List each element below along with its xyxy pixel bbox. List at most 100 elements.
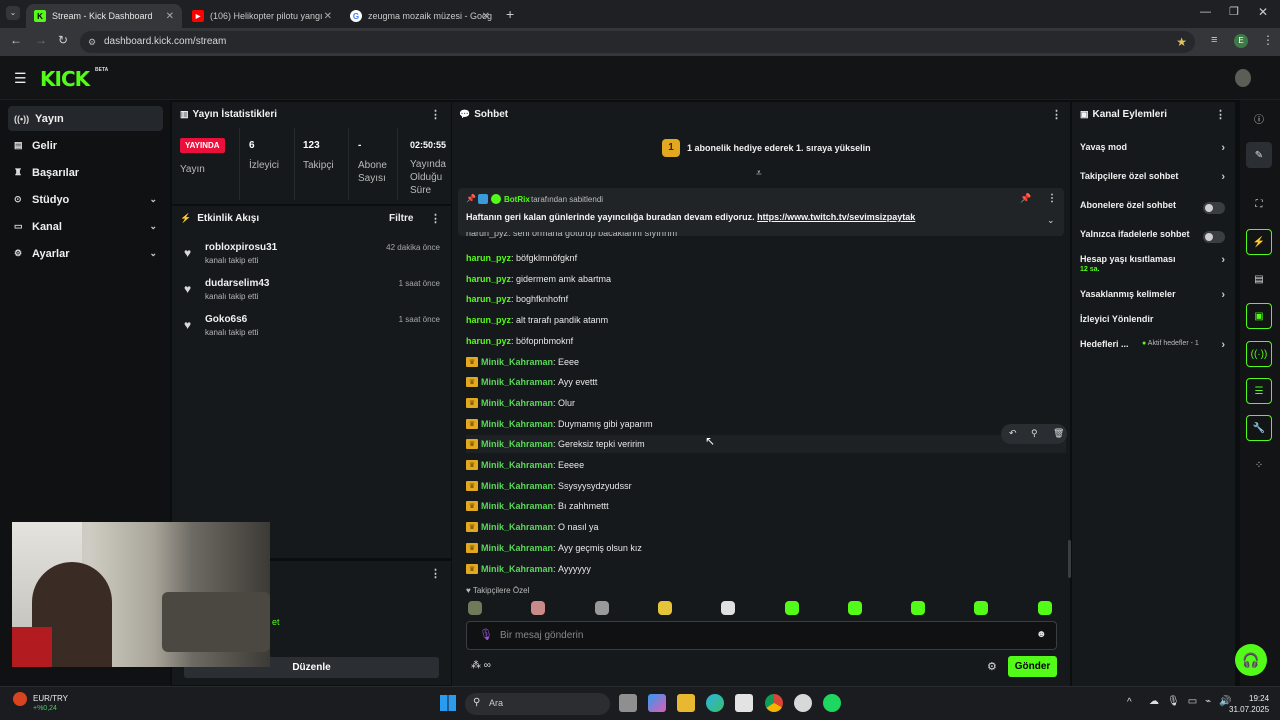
chat-message[interactable]: harun_pyz: böfgklmnöfgknf — [466, 249, 577, 267]
tray-chevron-icon[interactable]: ^ — [1127, 697, 1132, 708]
channel-action-item[interactable]: Yasaklanmış kelimeler › — [1080, 289, 1225, 307]
hamburger-menu-icon[interactable]: ☰ — [14, 70, 27, 87]
emote-icon[interactable] — [468, 601, 482, 615]
chat-message[interactable]: ♛ Minik_Kahraman: Olur — [466, 394, 575, 412]
clipboard-icon[interactable]: ▤ — [1246, 266, 1272, 292]
channel-action-item[interactable]: Takipçilere özel sohbet › — [1080, 171, 1225, 189]
copilot-icon[interactable] — [648, 694, 666, 712]
tab-google[interactable]: G zeugma mozaik müzesi - Goog ✕ — [342, 4, 498, 28]
sidebar-item-basarilar[interactable]: ♜ Başarılar — [8, 160, 163, 185]
add-widget-icon[interactable]: ⁘ — [1246, 452, 1272, 478]
close-window-icon[interactable]: ✕ — [1258, 5, 1268, 19]
spotify-icon[interactable] — [823, 694, 841, 712]
back-icon[interactable]: ← — [10, 33, 22, 47]
chat-menu-icon[interactable]: ⋮ — [1051, 108, 1062, 121]
chat-username[interactable]: Minik_Kahraman — [481, 522, 553, 532]
sidebar-item-kanal[interactable]: ▭ Kanal ⌄ — [8, 214, 163, 239]
close-tab-icon[interactable]: ✕ — [482, 11, 490, 22]
chat-username[interactable]: harun_pyz — [466, 274, 511, 284]
stats-menu-icon[interactable]: ⋮ — [430, 108, 441, 121]
chat-username[interactable]: Minik_Kahraman — [481, 501, 553, 511]
ticker-icon[interactable] — [13, 692, 27, 706]
info-icon[interactable]: ⓘ — [1246, 105, 1272, 131]
expand-chevron-icon[interactable]: ⌄ — [1047, 215, 1055, 226]
store-icon[interactable] — [735, 694, 753, 712]
fullscreen-icon[interactable]: ⛶ — [1246, 191, 1272, 217]
emote-icon[interactable] — [1037, 601, 1052, 615]
quick-panel-menu-icon[interactable]: ⋮ — [430, 567, 441, 580]
support-button[interactable]: 🎧 — [1235, 644, 1267, 676]
chat-input[interactable]: 🎙 Bir mesaj gönderin ☻ — [466, 621, 1057, 650]
collapse-icon[interactable]: ⩡ — [756, 168, 762, 179]
chat-username[interactable]: Minik_Kahraman — [481, 564, 553, 574]
gift-leaderboard-text[interactable]: 1 abonelik hediye ederek 1. sıraya yükse… — [687, 143, 871, 153]
sidebar-item-ayarlar[interactable]: ⚙ Ayarlar ⌄ — [8, 241, 163, 266]
tab-list-button[interactable]: ⌄ — [6, 6, 20, 20]
close-tab-icon[interactable]: ✕ — [166, 11, 174, 22]
profile-avatar[interactable]: E — [1234, 34, 1248, 48]
emote-icon[interactable] — [911, 601, 926, 615]
reply-icon[interactable]: ↶ — [1009, 428, 1017, 439]
chat-message[interactable]: ♛ Minik_Kahraman: Duymamış gibi yaparım — [466, 415, 653, 433]
emote-icon[interactable] — [974, 601, 989, 615]
site-info-icon[interactable]: ⚙ — [88, 31, 96, 53]
chat-scrollbar[interactable] — [1068, 540, 1071, 578]
tray-icons[interactable]: ☁🎙▭⌁🔊 — [1149, 696, 1240, 707]
activity-item[interactable]: ♥ dudarselim43 kanalı takip etti 1 saat … — [182, 278, 440, 312]
chat-username[interactable]: Minik_Kahraman — [481, 377, 553, 387]
chat-username[interactable]: Minik_Kahraman — [481, 439, 553, 449]
emote-icon[interactable] — [847, 601, 862, 615]
microphone-icon[interactable]: 🎙 — [479, 628, 493, 641]
emote-icon[interactable] — [531, 601, 546, 615]
ticker-name[interactable]: EUR/TRY — [33, 694, 68, 703]
bookmark-star-icon[interactable]: ★ — [1176, 31, 1187, 53]
chat-message[interactable]: ♛ Minik_Kahraman: O nasıl ya — [466, 518, 599, 536]
tab-kick-dashboard[interactable]: K Stream - Kick Dashboard ✕ — [26, 4, 182, 28]
chat-message[interactable]: ♛ Minik_Kahraman: Eeee — [466, 353, 579, 371]
unpin-icon[interactable]: 📌 — [1020, 193, 1031, 204]
wrench-action-icon[interactable]: 🔧 — [1246, 415, 1272, 441]
new-tab-button[interactable]: + — [506, 6, 514, 22]
chat-message[interactable]: harun_pyz: boghfknhofnf — [466, 290, 568, 308]
channel-action-item[interactable]: Hesap yaşı kısıtlaması 12 sa. › — [1080, 254, 1225, 273]
tab-youtube[interactable]: ▶ (106) Helikopter pilotu yangına ✕ — [184, 4, 340, 28]
media-controls-icon[interactable]: ≡ — [1211, 34, 1217, 46]
chat-username[interactable]: harun_pyz — [466, 336, 511, 346]
broadcast-action-icon[interactable]: ((·)) — [1246, 341, 1272, 367]
toggle-switch[interactable] — [1203, 231, 1225, 243]
server-action-icon[interactable]: ☰ — [1246, 378, 1272, 404]
chat-username[interactable]: Minik_Kahraman — [481, 481, 553, 491]
chat-username[interactable]: Minik_Kahraman — [481, 398, 553, 408]
channel-action-item[interactable]: Yalnızca ifadelerle sohbet — [1080, 229, 1225, 247]
sidebar-item-studyo[interactable]: ⊙ Stüdyo ⌄ — [8, 187, 163, 212]
taskbar-search[interactable]: ⚲ Ara — [465, 693, 610, 715]
activity-item[interactable]: ♥ robloxpirosu31 kanalı takip etti 42 da… — [182, 242, 440, 276]
chat-settings-icon[interactable]: ⚙ — [987, 660, 997, 673]
activity-item[interactable]: ♥ Goko6s6 kanalı takip etti 1 saat önce — [182, 314, 440, 348]
chat-message[interactable]: ♛ Minik_Kahraman: Ssysyysydzyudssr — [466, 477, 632, 495]
chat-username[interactable]: Minik_Kahraman — [481, 419, 553, 429]
pinned-by-user[interactable]: BotRix — [504, 195, 530, 204]
forward-icon[interactable]: → — [35, 33, 47, 47]
restore-window-icon[interactable]: ❐ — [1229, 5, 1239, 18]
edit-pencil-icon[interactable]: ✎ — [1246, 142, 1272, 168]
toggle-switch[interactable] — [1203, 202, 1225, 214]
chat-username[interactable]: harun_pyz — [466, 294, 511, 304]
chat-username[interactable]: Minik_Kahraman — [481, 357, 553, 367]
minimize-window-icon[interactable]: — — [1200, 6, 1211, 18]
channel-action-item[interactable]: Yavaş mod › — [1080, 142, 1225, 160]
chat-username[interactable]: harun_pyz — [466, 253, 511, 263]
file-explorer-icon[interactable] — [677, 694, 695, 712]
chat-message[interactable]: ♛ Minik_Kahraman: Ayyyyyy — [466, 560, 591, 578]
delete-message-icon[interactable]: 🗑 — [1053, 428, 1064, 439]
steam-icon[interactable] — [794, 694, 812, 712]
send-button[interactable]: Gönder — [1008, 656, 1057, 677]
task-view-icon[interactable] — [619, 694, 637, 712]
channel-action-item[interactable]: İzleyici Yönlendir — [1080, 314, 1225, 332]
sidebar-item-gelir[interactable]: ▤ Gelir — [8, 133, 163, 158]
pinned-message[interactable]: 📌 BotRix tarafından sabitlendi Haftanın … — [458, 188, 1064, 236]
emote-icon[interactable] — [594, 601, 609, 615]
chat-message[interactable]: harun_pyz: alt trarafı pandik atanm — [466, 311, 608, 329]
address-bar[interactable]: ⚙ dashboard.kick.com/stream ★ — [80, 31, 1195, 53]
edge-icon[interactable] — [706, 694, 724, 712]
